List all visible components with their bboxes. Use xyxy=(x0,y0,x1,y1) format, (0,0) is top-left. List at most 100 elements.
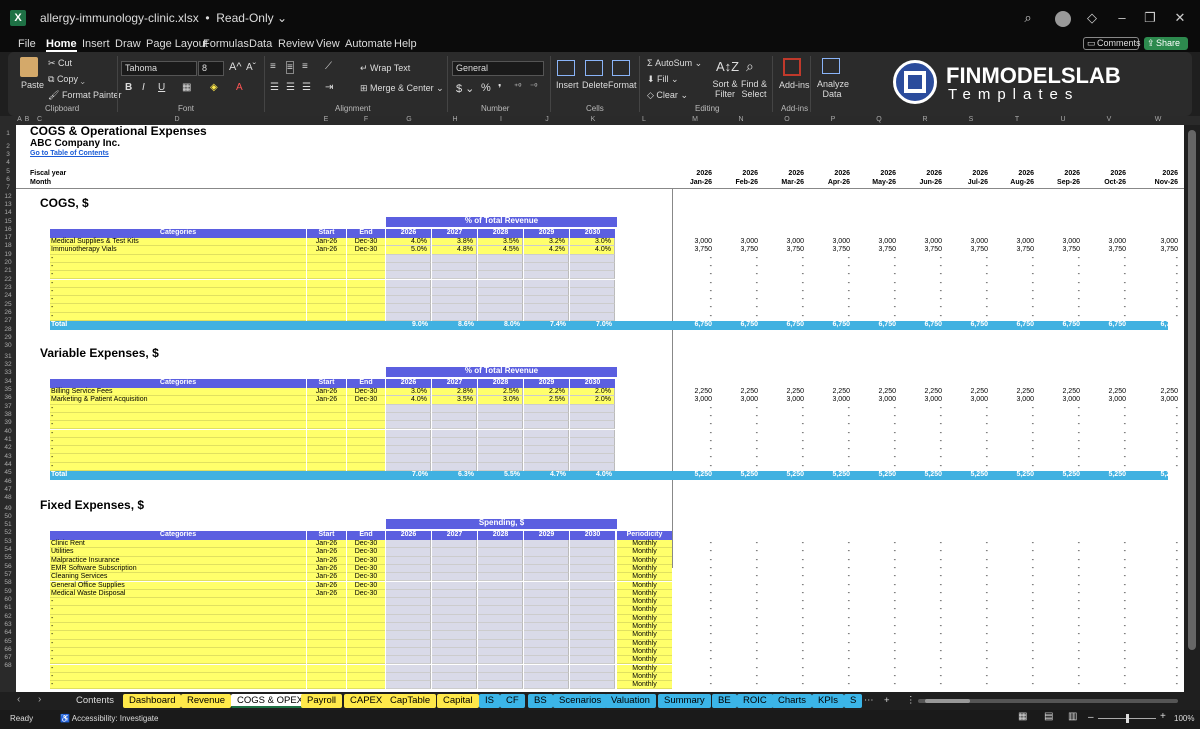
scrollbar-thumb[interactable] xyxy=(1188,130,1196,650)
category-cell[interactable]: - xyxy=(50,656,306,665)
column-header-q[interactable]: Q xyxy=(856,116,902,123)
column-header-j[interactable]: J xyxy=(524,116,570,123)
paste-button[interactable]: Paste xyxy=(21,80,44,90)
category-cell[interactable]: Utilities xyxy=(50,548,306,557)
column-header-o[interactable]: O xyxy=(764,116,810,123)
column-header-c[interactable]: C xyxy=(31,116,48,123)
row-header-46[interactable]: 46 xyxy=(0,478,16,485)
decrease-decimal-icon[interactable]: ⁻⁰ xyxy=(530,82,537,91)
category-cell[interactable]: Marketing & Patient Acquisition xyxy=(50,396,306,405)
row-header-39[interactable]: 39 xyxy=(0,419,16,426)
tab-dashboard[interactable]: Dashboard xyxy=(123,694,182,708)
row-header-30[interactable]: 30 xyxy=(0,342,16,349)
column-header-l[interactable]: L xyxy=(616,116,672,123)
category-cell[interactable]: - xyxy=(50,647,306,657)
addins-button[interactable]: Add-ins xyxy=(779,80,810,90)
fill-button[interactable]: ⬇ Fill ⌄ xyxy=(647,74,679,85)
row-header-4[interactable]: 4 xyxy=(0,159,16,166)
row-header-38[interactable]: 38 xyxy=(0,411,16,418)
row-header-47[interactable]: 47 xyxy=(0,486,16,493)
align-right-icon[interactable]: ☰ xyxy=(302,82,311,93)
row-header-28[interactable]: 28 xyxy=(0,326,16,333)
menu-item-help[interactable]: Help xyxy=(394,38,417,50)
category-cell[interactable]: Medical Supplies & Test Kits xyxy=(50,238,306,247)
row-header-2[interactable]: 2 xyxy=(0,143,16,150)
row-header-12[interactable]: 12 xyxy=(0,193,16,200)
more-tabs-icon[interactable]: ⋯ xyxy=(858,694,880,708)
row-header-66[interactable]: 66 xyxy=(0,646,16,653)
italic-icon[interactable]: I xyxy=(142,82,145,93)
column-header-e[interactable]: E xyxy=(306,116,346,123)
cut-button[interactable]: ✂ Cut xyxy=(48,58,72,69)
menu-item-home[interactable]: Home xyxy=(46,38,77,52)
increase-decimal-icon[interactable]: ⁺⁰ xyxy=(514,82,521,91)
row-header-1[interactable]: 1 xyxy=(0,130,16,137)
tab-valuation[interactable]: Valuation xyxy=(605,694,656,708)
column-header-f[interactable]: F xyxy=(346,116,386,123)
currency-icon[interactable]: $ ⌄ xyxy=(456,82,474,95)
row-header-67[interactable]: 67 xyxy=(0,654,16,661)
category-cell[interactable]: - xyxy=(50,614,306,623)
category-cell[interactable]: Medical Waste Disposal xyxy=(50,589,306,599)
column-header-n[interactable]: N xyxy=(718,116,764,123)
font-size-select[interactable]: 8 xyxy=(198,61,224,76)
tab-contents[interactable]: Contents xyxy=(70,694,120,708)
row-header-35[interactable]: 35 xyxy=(0,386,16,393)
tab-bs[interactable]: BS xyxy=(528,694,553,708)
category-cell[interactable]: EMR Software Subscription xyxy=(50,564,306,574)
column-header-i[interactable]: I xyxy=(478,116,524,123)
row-header-19[interactable]: 19 xyxy=(0,251,16,258)
minimize-icon[interactable]: – xyxy=(1112,8,1132,28)
category-cell[interactable]: - xyxy=(50,271,306,280)
category-cell[interactable]: Clinic Rent xyxy=(50,540,306,549)
tab-capital[interactable]: Capital xyxy=(437,694,479,708)
category-cell[interactable]: - xyxy=(50,254,306,263)
clear-button[interactable]: ◇ Clear ⌄ xyxy=(647,90,688,101)
column-header-a[interactable]: A xyxy=(16,116,23,123)
row-header-5[interactable]: 5 xyxy=(0,168,16,175)
accessibility-status[interactable]: ♿ Accessibility: Investigate xyxy=(60,714,158,723)
row-header-61[interactable]: 61 xyxy=(0,604,16,611)
fill-color-icon[interactable]: ◈ xyxy=(210,82,218,93)
tab-cf[interactable]: CF xyxy=(500,694,525,708)
zoom-in-icon[interactable]: + xyxy=(1160,711,1166,722)
category-cell[interactable]: - xyxy=(50,623,306,632)
zoom-slider-thumb[interactable] xyxy=(1126,714,1129,723)
autosum-button[interactable]: Σ AutoSum ⌄ xyxy=(647,58,702,69)
font-color-icon[interactable]: A xyxy=(236,82,243,93)
menu-item-formulas[interactable]: Formulas xyxy=(203,38,249,50)
tab-roic[interactable]: ROIC xyxy=(737,694,773,708)
menu-item-view[interactable]: View xyxy=(316,38,340,50)
underline-icon[interactable]: U xyxy=(158,82,165,93)
column-header-u[interactable]: U xyxy=(1040,116,1086,123)
tab-revenue[interactable]: Revenue xyxy=(181,694,232,708)
category-cell[interactable]: - xyxy=(50,304,306,313)
menu-item-automate[interactable]: Automate xyxy=(345,38,392,50)
row-header-51[interactable]: 51 xyxy=(0,521,16,528)
row-header-22[interactable]: 22 xyxy=(0,276,16,283)
category-cell[interactable]: - xyxy=(50,681,306,690)
category-cell[interactable]: - xyxy=(50,672,306,682)
row-header-7[interactable]: 7 xyxy=(0,184,16,191)
column-header-w[interactable]: W xyxy=(1132,116,1184,123)
borders-icon[interactable]: ▦ xyxy=(182,82,191,93)
number-format-select[interactable]: General xyxy=(452,61,544,76)
diamond-icon[interactable]: ◇ xyxy=(1082,8,1102,28)
row-header-41[interactable]: 41 xyxy=(0,436,16,443)
category-cell[interactable]: - xyxy=(50,404,306,413)
tab-captable[interactable]: CapTable xyxy=(384,694,437,708)
category-cell[interactable]: General Office Supplies xyxy=(50,581,306,590)
row-header-33[interactable]: 33 xyxy=(0,369,16,376)
category-cell[interactable]: - xyxy=(50,312,306,321)
orientation-icon[interactable]: ⟋ xyxy=(325,61,332,72)
menu-item-review[interactable]: Review xyxy=(278,38,314,50)
row-header-32[interactable]: 32 xyxy=(0,361,16,368)
row-header-29[interactable]: 29 xyxy=(0,334,16,341)
row-header-65[interactable]: 65 xyxy=(0,638,16,645)
row-header-44[interactable]: 44 xyxy=(0,461,16,468)
menu-item-page-layout[interactable]: Page Layout xyxy=(146,38,208,50)
sort-filter-button[interactable]: Sort & Filter xyxy=(712,79,738,99)
font-name-select[interactable]: Tahoma xyxy=(121,61,197,76)
align-bottom-icon[interactable]: ≡ xyxy=(302,61,308,72)
row-header-63[interactable]: 63 xyxy=(0,621,16,628)
